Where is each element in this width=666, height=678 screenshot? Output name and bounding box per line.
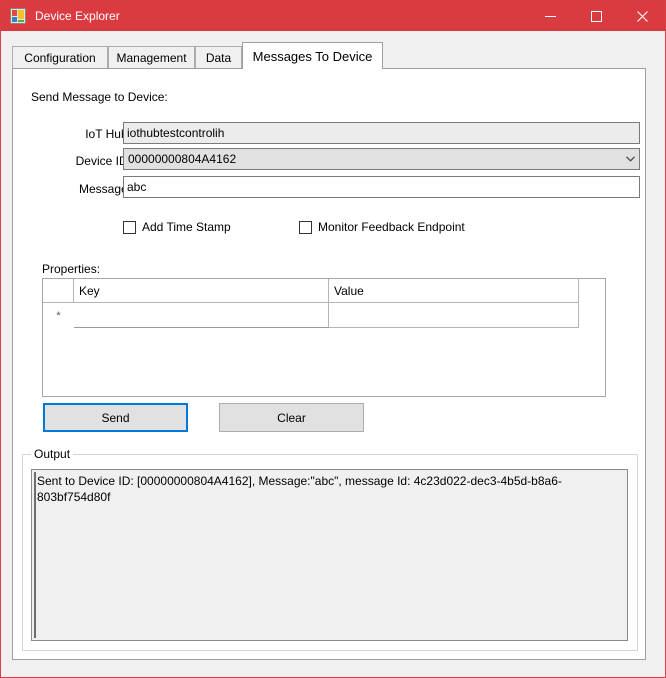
tab-label: Data	[205, 51, 232, 65]
tab-label: Messages To Device	[252, 48, 373, 64]
grid-header-key[interactable]: Key	[74, 279, 329, 303]
tab-label: Management	[116, 51, 187, 65]
add-time-stamp-checkbox[interactable]: Add Time Stamp	[123, 220, 231, 234]
checkbox-label: Add Time Stamp	[142, 220, 231, 234]
output-text: Sent to Device ID: [00000000804A4162], M…	[37, 474, 562, 504]
output-caret	[34, 472, 36, 638]
send-button-label: Send	[101, 410, 130, 425]
iot-hub-label: IoT Hub:	[85, 127, 131, 141]
message-input[interactable]	[123, 176, 640, 198]
window-controls	[527, 1, 665, 31]
iot-hub-input[interactable]	[123, 122, 640, 144]
output-textbox[interactable]: Sent to Device ID: [00000000804A4162], M…	[31, 469, 628, 641]
application-window: Device Explorer Configuration Management…	[0, 0, 666, 678]
maximize-button[interactable]	[573, 1, 619, 31]
grid-header-rowselect[interactable]	[43, 279, 74, 303]
properties-grid-header: Key Value	[43, 279, 579, 303]
checkbox-box	[299, 220, 312, 234]
chevron-down-icon[interactable]	[622, 149, 639, 169]
section-title: Send Message to Device:	[31, 90, 168, 104]
send-button[interactable]: Send	[43, 403, 188, 432]
close-button[interactable]	[619, 1, 665, 31]
checkbox-box	[123, 220, 136, 234]
clear-button-label: Clear	[277, 410, 306, 425]
app-form-icon	[10, 8, 26, 24]
tab-management[interactable]: Management	[108, 46, 195, 69]
new-row-key-cell[interactable]	[74, 303, 329, 328]
tab-page-messages-to-device: Send Message to Device: IoT Hub: Device …	[12, 68, 646, 660]
title-bar[interactable]: Device Explorer	[1, 1, 665, 31]
window-title: Device Explorer	[35, 9, 120, 23]
close-icon	[636, 10, 648, 22]
message-label: Message:	[78, 182, 131, 196]
monitor-feedback-endpoint-checkbox[interactable]: Monitor Feedback Endpoint	[299, 220, 465, 234]
properties-label: Properties:	[42, 262, 101, 276]
tab-data[interactable]: Data	[195, 46, 242, 69]
tab-label: Configuration	[24, 51, 96, 65]
tab-strip: Configuration Management Data Messages T…	[12, 42, 646, 69]
device-id-combobox[interactable]: 00000000804A4162	[123, 148, 640, 170]
output-groupbox: Output Sent to Device ID: [00000000804A4…	[22, 447, 638, 651]
properties-grid-new-row[interactable]: *	[43, 303, 579, 328]
tab-messages-to-device[interactable]: Messages To Device	[242, 42, 383, 69]
minimize-icon	[544, 15, 556, 17]
grid-header-value[interactable]: Value	[329, 279, 579, 303]
clear-button[interactable]: Clear	[219, 403, 364, 432]
new-row-marker: *	[43, 303, 74, 328]
checkbox-label: Monitor Feedback Endpoint	[318, 220, 465, 234]
minimize-button[interactable]	[527, 1, 573, 31]
tab-configuration[interactable]: Configuration	[12, 46, 108, 69]
output-legend: Output	[31, 447, 74, 461]
new-row-value-cell[interactable]	[329, 303, 579, 328]
device-id-label: Device ID:	[75, 154, 131, 168]
maximize-icon	[590, 10, 602, 22]
properties-grid[interactable]: Key Value *	[42, 278, 606, 397]
device-id-value: 00000000804A4162	[128, 152, 237, 166]
